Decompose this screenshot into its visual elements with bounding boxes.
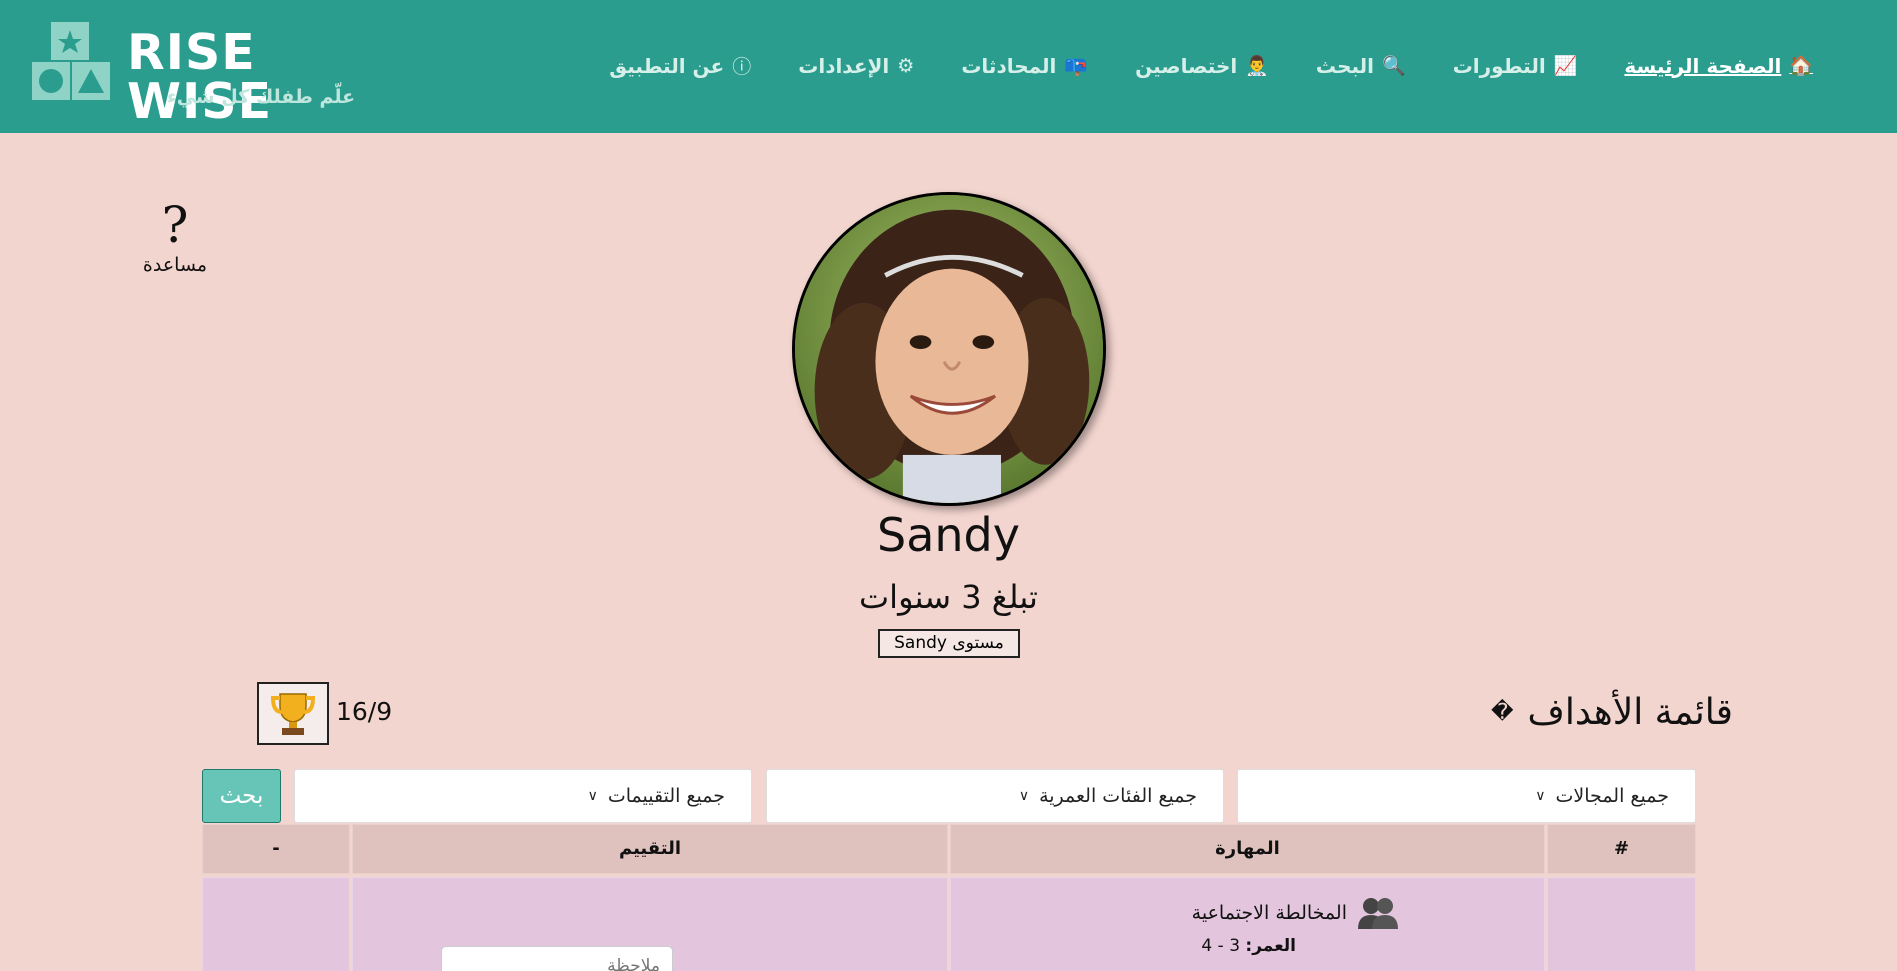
blocks-logo-icon	[32, 22, 110, 100]
child-photo	[795, 195, 1103, 503]
trophy-button[interactable]	[257, 682, 329, 745]
table-cell-skill: المخالطة الاجتماعية العمر: 3 - 4	[950, 877, 1545, 971]
age-group-filter-value: جميع الفئات العمرية	[1039, 785, 1197, 807]
search-icon: 🔍	[1382, 55, 1406, 77]
help-label: مساعدة	[142, 254, 208, 276]
note-input[interactable]	[441, 946, 673, 971]
nav-label: الصفحة الرئيسة	[1624, 53, 1782, 78]
column-header-skill: المهارة	[950, 824, 1545, 874]
question-mark-icon: ?	[161, 196, 189, 254]
nav-item-chats[interactable]: 📪 المحادثات	[961, 52, 1088, 79]
nav-item-home[interactable]: 🏠 الصفحة الرئيسة	[1624, 52, 1813, 79]
age-group-filter-select[interactable]: جميع الفئات العمرية ∨	[766, 769, 1224, 823]
child-name: Sandy	[877, 508, 1020, 562]
mailbox-icon: 📪	[1064, 55, 1089, 77]
rating-filter-select[interactable]: جميع التقييمات ∨	[294, 769, 752, 823]
skill-age: العمر: 3 - 4	[1201, 936, 1296, 956]
chevron-down-icon: ∨	[587, 788, 598, 804]
nav-label: التطورات	[1452, 53, 1546, 78]
info-icon: ⓘ	[732, 56, 752, 78]
help-button[interactable]: ? مساعدة	[138, 200, 212, 276]
search-button[interactable]: بحث	[202, 769, 281, 823]
nav-label: المحادثات	[961, 53, 1057, 78]
column-header-number: #	[1547, 824, 1696, 874]
chevron-down-icon: ∨	[1018, 788, 1030, 804]
skill-age-value: 3 - 4	[1201, 936, 1241, 956]
domain-filter-value: جميع المجالات	[1555, 785, 1669, 807]
nav-label: البحث	[1315, 53, 1375, 78]
rating-filter-value: جميع التقييمات	[607, 785, 725, 807]
goals-title: قائمة الأهداف	[1527, 692, 1734, 733]
column-header-rating: التقييم	[352, 824, 948, 874]
people-icon	[1358, 898, 1398, 929]
skill-age-label: العمر:	[1245, 936, 1296, 956]
brand-logo[interactable]: RISE WISE علّم طفلك كل شيء	[32, 22, 392, 126]
nav-label: اختصاصين	[1135, 53, 1238, 78]
home-icon: 🏠	[1789, 55, 1813, 77]
goals-heading: قائمة الأهداف �	[1491, 692, 1733, 733]
trophy-icon	[270, 692, 316, 735]
domain-filter-select[interactable]: جميع المجالات ∨	[1237, 769, 1696, 823]
nav-label: الإعدادات	[798, 53, 890, 78]
table-cell-actions	[202, 877, 350, 971]
main-nav: 🏠 الصفحة الرئيسة 📈 التطورات 🔍 البحث 👨‍⚕️…	[562, 52, 1813, 79]
specialist-icon: 👨‍⚕️	[1245, 55, 1269, 77]
nav-label: عن التطبيق	[609, 53, 725, 78]
gear-icon: ⚙	[897, 54, 915, 77]
goals-score: 16/9	[336, 697, 393, 726]
nav-item-search[interactable]: 🔍 البحث	[1316, 52, 1406, 79]
top-navbar: RISE WISE علّم طفلك كل شيء 🏠 الصفحة الرئ…	[0, 0, 1897, 133]
column-header-actions: -	[202, 824, 350, 874]
child-avatar	[792, 192, 1106, 506]
goals-table: # المهارة التقييم - المخالطة الاجتماعية …	[202, 824, 1696, 971]
chart-icon: 📈	[1553, 55, 1578, 77]
table-cell-rating	[352, 877, 948, 971]
brand-tagline: علّم طفلك كل شيء	[167, 86, 356, 108]
child-age: تبلغ 3 سنوات	[859, 578, 1038, 616]
nav-item-about[interactable]: ⓘ عن التطبيق	[609, 52, 751, 79]
brand-name: RISE WISE	[127, 24, 273, 130]
nav-item-specialists[interactable]: 👨‍⚕️ اختصاصين	[1135, 52, 1269, 79]
skill-name: المخالطة الاجتماعية	[1191, 902, 1347, 924]
chevron-down-icon: ∨	[1535, 788, 1546, 804]
child-level-button[interactable]: مستوى Sandy	[878, 629, 1020, 658]
goals-mark: �	[1490, 700, 1514, 725]
nav-item-settings[interactable]: ⚙ الإعدادات	[798, 52, 914, 79]
skill-title-line: المخالطة الاجتماعية	[1192, 896, 1399, 930]
nav-item-progress[interactable]: 📈 التطورات	[1453, 52, 1578, 79]
table-cell-number	[1547, 877, 1696, 971]
